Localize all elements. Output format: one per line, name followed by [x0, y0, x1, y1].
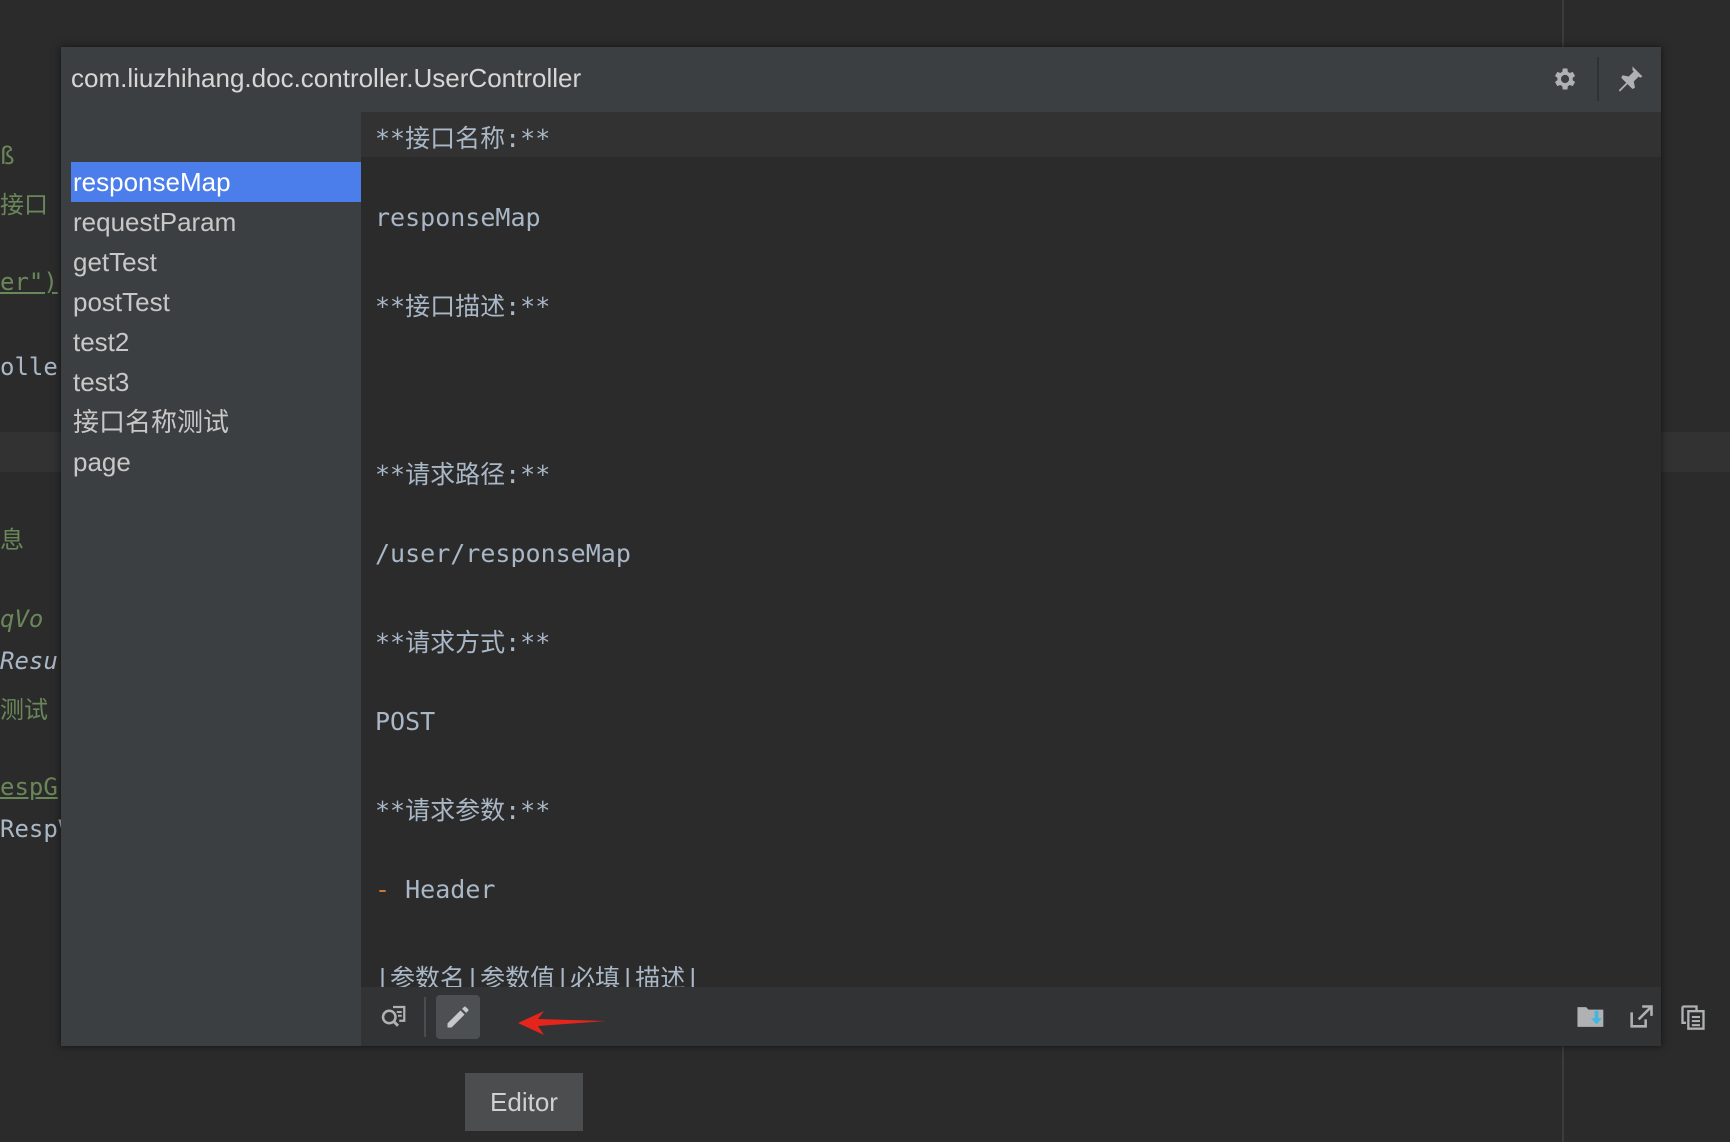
method-item[interactable]: test3: [71, 362, 361, 402]
preview-button[interactable]: [371, 995, 415, 1039]
copy-button[interactable]: [1671, 995, 1715, 1039]
gear-icon: [1555, 68, 1576, 90]
editor-button[interactable]: [436, 995, 480, 1039]
background-editor-code: ß 接口 er") oller 息 qVo Resu 测试 espG RespV: [0, 0, 72, 1142]
method-item[interactable]: postTest: [71, 282, 361, 322]
markdown-document[interactable]: **接口名称:** responseMap **接口描述:** **请求路径:*…: [361, 112, 1661, 1042]
open-external-button[interactable]: [1619, 995, 1663, 1039]
pin-button[interactable]: [1610, 59, 1650, 99]
method-item[interactable]: getTest: [71, 242, 361, 282]
export-button[interactable]: [1569, 995, 1613, 1039]
doc-line: **请求方式:**: [375, 628, 551, 657]
doc-line: /user/responseMap: [375, 539, 631, 568]
api-doc-popup: com.liuzhihang.doc.controller.UserContro…: [61, 47, 1705, 1046]
code-fragment: espG: [0, 773, 58, 801]
doc-line: **接口描述:**: [375, 292, 551, 321]
doc-line: **请求参数:**: [375, 796, 551, 825]
red-arrow-annotation: [518, 1011, 606, 1035]
code-fragment: qVo: [0, 605, 44, 633]
export-icon: [1577, 1007, 1604, 1027]
method-item[interactable]: page: [71, 442, 361, 482]
doc-line: **请求路径:**: [375, 460, 551, 489]
copy-icon: [1681, 1005, 1705, 1030]
toolbar-divider: [424, 997, 426, 1037]
open-external-icon: [1630, 1005, 1653, 1028]
code-fragment: 接口: [0, 191, 48, 219]
code-fragment: 息: [0, 526, 24, 554]
code-fragment: er"): [0, 268, 58, 296]
popup-title: com.liuzhihang.doc.controller.UserContro…: [71, 63, 582, 93]
code-fragment: 测试: [0, 696, 48, 724]
current-line-highlight: [361, 112, 1661, 157]
method-item[interactable]: 接口名称测试: [71, 402, 361, 442]
method-item[interactable]: test2: [71, 322, 361, 362]
doc-line: responseMap: [375, 203, 541, 232]
method-item[interactable]: responseMap: [71, 162, 361, 202]
pencil-edit-icon: [447, 1006, 469, 1028]
settings-button[interactable]: [1544, 59, 1584, 99]
editor-tooltip: Editor: [465, 1073, 583, 1131]
doc-line: **接口名称:**: [375, 124, 551, 153]
list-dash: -: [375, 875, 391, 904]
method-list: responseMap requestParam getTest postTes…: [61, 112, 361, 1046]
doc-line: POST: [375, 707, 436, 736]
code-fragment: Resu: [0, 647, 58, 675]
doc-line-text: Header: [390, 875, 496, 904]
preview-search-icon: [381, 1005, 406, 1027]
header-divider: [1597, 57, 1599, 101]
popup-header: com.liuzhihang.doc.controller.UserContro…: [61, 47, 1661, 112]
method-item[interactable]: requestParam: [71, 202, 361, 242]
pin-icon: [1618, 66, 1643, 92]
code-fragment: ß: [0, 142, 15, 170]
doc-line: - Header: [375, 875, 495, 904]
